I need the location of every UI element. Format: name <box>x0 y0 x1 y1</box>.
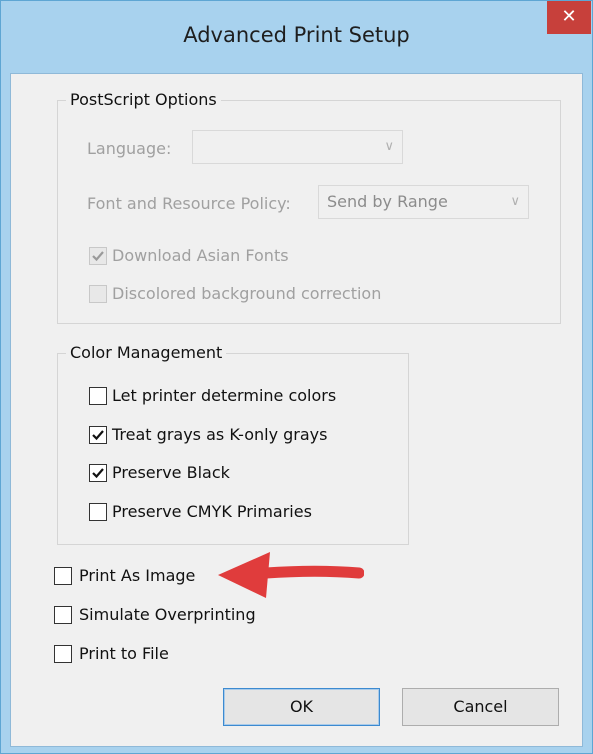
checkmark-icon <box>92 430 104 441</box>
chevron-down-icon: ∨ <box>510 194 520 209</box>
advanced-print-setup-dialog: Advanced Print Setup ✕ PostScript Option… <box>0 0 593 754</box>
preserve-black-label: Preserve Black <box>112 463 230 482</box>
let-printer-determine-colors-label: Let printer determine colors <box>112 386 337 405</box>
postscript-options-group: PostScript Options Language: ∨ Font and … <box>57 90 561 324</box>
color-management-group: Color Management Let printer determine c… <box>57 343 409 545</box>
language-dropdown[interactable]: ∨ <box>192 130 403 164</box>
checkmark-icon <box>92 251 104 262</box>
print-as-image-checkbox[interactable] <box>54 567 72 585</box>
dialog-title: Advanced Print Setup <box>183 23 410 47</box>
download-asian-fonts-checkbox[interactable] <box>89 247 107 265</box>
font-policy-value: Send by Range <box>327 192 448 211</box>
discolored-background-label: Discolored background correction <box>112 284 382 303</box>
download-asian-fonts-label: Download Asian Fonts <box>112 246 289 265</box>
language-label: Language: <box>87 139 172 158</box>
postscript-options-title: PostScript Options <box>66 90 221 110</box>
title-bar[interactable]: Advanced Print Setup ✕ <box>1 1 592 73</box>
print-as-image-label: Print As Image <box>79 566 196 585</box>
simulate-overprinting-checkbox[interactable] <box>54 606 72 624</box>
preserve-black-checkbox[interactable] <box>89 464 107 482</box>
dialog-content: PostScript Options Language: ∨ Font and … <box>10 73 583 747</box>
treat-grays-checkbox[interactable] <box>89 426 107 444</box>
preserve-cmyk-checkbox[interactable] <box>89 503 107 521</box>
checkmark-icon <box>92 468 104 479</box>
chevron-down-icon: ∨ <box>384 139 394 154</box>
color-management-title: Color Management <box>66 343 227 363</box>
font-policy-label: Font and Resource Policy: <box>87 194 291 213</box>
treat-grays-label: Treat grays as K-only grays <box>112 425 328 444</box>
print-to-file-checkbox[interactable] <box>54 645 72 663</box>
cancel-button[interactable]: Cancel <box>402 688 559 726</box>
preserve-cmyk-label: Preserve CMYK Primaries <box>112 502 312 521</box>
simulate-overprinting-label: Simulate Overprinting <box>79 605 256 624</box>
close-button[interactable]: ✕ <box>547 1 591 34</box>
let-printer-determine-colors-checkbox[interactable] <box>89 387 107 405</box>
print-to-file-label: Print to File <box>79 644 169 663</box>
close-icon: ✕ <box>561 6 577 27</box>
discolored-background-checkbox[interactable] <box>89 285 107 303</box>
font-policy-dropdown[interactable]: Send by Range ∨ <box>318 185 529 219</box>
red-arrow-icon <box>218 552 364 598</box>
ok-button[interactable]: OK <box>223 688 380 726</box>
